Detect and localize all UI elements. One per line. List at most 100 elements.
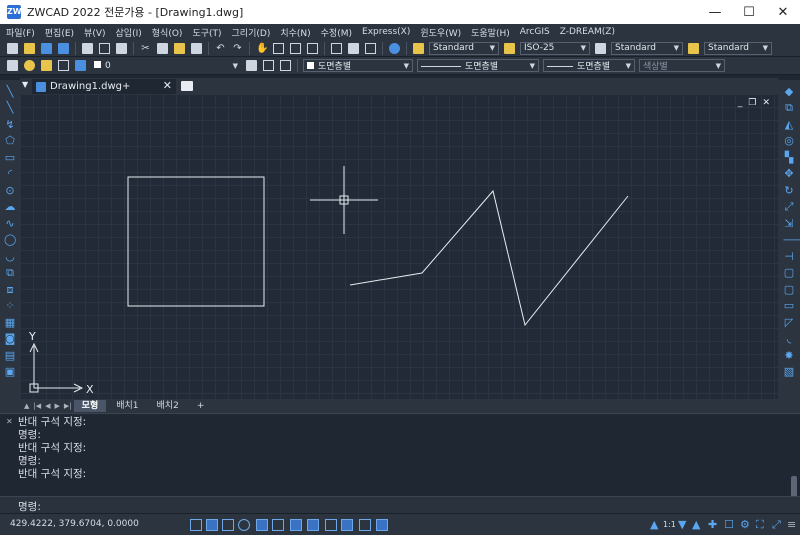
arc-icon[interactable]: ◜ [4, 168, 16, 180]
table-style-select[interactable]: Standard ▼ [611, 41, 683, 55]
dim-style-icon[interactable] [504, 42, 515, 54]
trim-icon[interactable]: ⸺ [783, 234, 800, 246]
menu-dimension[interactable]: 치수(N) [280, 26, 310, 39]
linetype-select[interactable]: 도면층별 ▼ [417, 59, 539, 72]
table-icon[interactable]: ▤ [4, 350, 16, 362]
save-as-icon[interactable] [58, 42, 69, 54]
explode-icon[interactable]: ✸ [783, 350, 795, 362]
table-style-icon[interactable] [595, 42, 606, 54]
rotate-icon[interactable]: ↻ [783, 185, 795, 197]
quick-properties-icon[interactable] [376, 519, 388, 531]
command-close-icon[interactable]: ✕ [6, 417, 13, 426]
customization-icon[interactable]: ≡ [787, 518, 796, 531]
move-icon[interactable]: ✥ [783, 168, 795, 180]
multiline-text-icon[interactable]: ▣ [4, 366, 16, 378]
layer-previous-icon[interactable] [263, 60, 274, 71]
annotation-scale-value[interactable]: 1:1 [663, 520, 676, 529]
tab-layout2[interactable]: 배치2 [149, 400, 187, 412]
layer-on-icon[interactable] [24, 60, 35, 71]
make-block-icon[interactable]: ⧈ [4, 284, 16, 296]
layout-prev-start-icon[interactable]: |◀ [33, 402, 41, 410]
menu-modify[interactable]: 수정(M) [321, 26, 352, 39]
osnap-toggle-icon[interactable] [256, 519, 268, 531]
selection-cycling-icon[interactable] [359, 519, 371, 531]
menu-file[interactable]: 파일(F) [6, 26, 35, 39]
layout-next-icon[interactable]: ▶ [55, 402, 60, 410]
offset-icon[interactable]: ◎ [783, 135, 795, 147]
plot-icon[interactable] [116, 42, 127, 54]
hatch-icon[interactable]: ▦ [4, 317, 16, 329]
layer-manager-icon[interactable] [7, 60, 18, 71]
tab-drawing1[interactable]: Drawing1.dwg+ ✕ [32, 79, 176, 94]
lineweight-toggle-icon[interactable] [325, 519, 337, 531]
maximize-button[interactable]: ☐ [732, 0, 766, 24]
zoom-previous-icon[interactable] [307, 42, 318, 54]
spline-icon[interactable]: ∿ [4, 218, 16, 230]
layer-states-icon[interactable] [280, 60, 291, 71]
tool-palette-icon[interactable] [365, 42, 376, 54]
polyline-icon[interactable]: ↯ [4, 119, 16, 131]
chamfer-icon[interactable]: ◸ [783, 317, 795, 329]
text-style-icon[interactable] [413, 42, 424, 54]
copy-icon[interactable] [157, 42, 168, 54]
close-tab-button[interactable]: ✕ [163, 79, 172, 92]
polygon-icon[interactable]: ⬠ [4, 135, 16, 147]
make-current-layer-icon[interactable] [246, 60, 257, 71]
lineweight-select[interactable]: 도면층별 ▼ [543, 59, 635, 72]
dynamic-ucs-toggle-icon[interactable] [290, 519, 302, 531]
erase-icon[interactable]: ◆ [783, 86, 795, 98]
auto-scale-icon[interactable]: ▲ [692, 518, 700, 531]
command-input-line[interactable]: 명령: [0, 496, 800, 514]
tab-layout1[interactable]: 배치1 [108, 400, 146, 412]
zoom-window-icon[interactable] [290, 42, 301, 54]
region-icon[interactable]: ◙ [4, 333, 16, 345]
help-icon[interactable] [389, 42, 400, 54]
drawn-polyline[interactable] [349, 189, 629, 327]
ellipse-arc-icon[interactable]: ◡ [4, 251, 16, 263]
menu-tools[interactable]: 도구(T) [192, 26, 221, 39]
array-icon[interactable]: ▚ [783, 152, 795, 164]
dim-style-select[interactable]: ISO-25 ▼ [520, 41, 590, 55]
menu-insert[interactable]: 삽입(I) [116, 26, 142, 39]
tab-model[interactable]: 모형 [73, 400, 107, 412]
paste-icon[interactable] [174, 42, 185, 54]
color-select[interactable]: 도면층별 ▼ [303, 59, 413, 72]
revision-cloud-icon[interactable]: ☁ [4, 201, 16, 213]
stretch-icon[interactable]: ⇲ [783, 218, 795, 230]
menu-format[interactable]: 형식(O) [152, 26, 183, 39]
multileader-style-icon[interactable] [688, 42, 699, 54]
redo-icon[interactable]: ↷ [232, 43, 243, 54]
isolate-objects-icon[interactable]: ⛶ [756, 518, 764, 532]
undo-icon[interactable]: ↶ [215, 43, 226, 54]
menu-zdream[interactable]: Z-DREAM(Z) [560, 27, 615, 37]
menu-window[interactable]: 윈도우(W) [420, 26, 461, 39]
fillet-icon[interactable]: ◟ [783, 333, 795, 345]
break-at-point-icon[interactable]: ▢ [783, 267, 795, 279]
open-folder-icon[interactable] [24, 42, 35, 54]
extend-icon[interactable]: ⊣ [783, 251, 795, 263]
ellipse-icon[interactable]: ◯ [4, 234, 16, 246]
text-style-select[interactable]: Standard ▼ [429, 41, 499, 55]
circle-icon[interactable]: ⊙ [4, 185, 16, 197]
mirror-icon[interactable]: ◭ [783, 119, 795, 131]
grid-toggle-icon[interactable] [190, 519, 202, 531]
save-icon[interactable] [41, 42, 52, 54]
pan-icon[interactable]: ✋ [256, 43, 268, 54]
properties-panel-icon[interactable]: ▧ [783, 366, 795, 378]
copy-object-icon[interactable]: ⧉ [783, 102, 795, 114]
tab-add-layout[interactable]: + [189, 400, 213, 412]
polar-toggle-icon[interactable] [238, 519, 250, 531]
annotation-visibility-icon[interactable]: ▼ [678, 518, 686, 531]
new-file-icon[interactable] [7, 42, 18, 54]
properties-icon[interactable] [331, 42, 342, 54]
menu-draw[interactable]: 그리기(D) [232, 26, 271, 39]
new-tab-icon[interactable] [181, 81, 193, 91]
lock-ui-icon[interactable]: ☐ [724, 518, 734, 531]
layout-last-icon[interactable]: ▶| [64, 402, 72, 410]
rectangle-icon[interactable]: ▭ [4, 152, 16, 164]
construction-line-icon[interactable]: ╲ [4, 102, 16, 114]
match-properties-icon[interactable] [191, 42, 202, 54]
dynamic-input-toggle-icon[interactable] [307, 519, 319, 531]
menu-express[interactable]: Express(X) [362, 27, 410, 37]
minimize-button[interactable]: — [698, 0, 732, 24]
